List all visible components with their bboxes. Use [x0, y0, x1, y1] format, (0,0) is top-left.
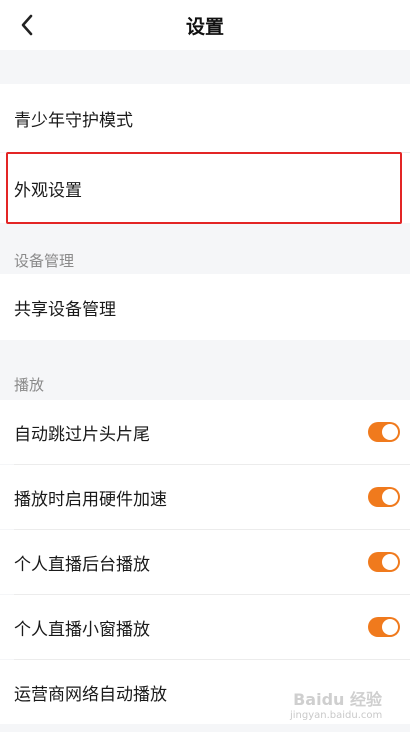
playback-section-header: 播放 — [14, 376, 45, 394]
carrier-network-autoplay-label: 运营商网络自动播放 — [14, 684, 167, 705]
hardware-acceleration-toggle[interactable] — [368, 487, 400, 507]
youth-mode-label: 青少年守护模式 — [14, 110, 133, 131]
baidu-watermark: Baidu 经验 jingyan.baidu.com — [290, 686, 382, 722]
hardware-acceleration-item: 播放时启用硬件加速 — [0, 465, 410, 529]
toggle-knob — [382, 489, 398, 505]
auto-skip-intro-outro-item: 自动跳过片头片尾 — [0, 400, 410, 464]
auto-skip-toggle[interactable] — [368, 422, 400, 442]
shared-device-management-label: 共享设备管理 — [14, 299, 116, 320]
live-background-play-label: 个人直播后台播放 — [14, 554, 150, 575]
live-background-play-toggle[interactable] — [368, 552, 400, 572]
shared-device-management-item[interactable]: 共享设备管理 — [0, 274, 410, 340]
page-title: 设置 — [185, 16, 224, 38]
live-background-play-item: 个人直播后台播放 — [0, 530, 410, 594]
youth-mode-item[interactable]: 青少年守护模式 — [0, 84, 410, 152]
device-section-header: 设备管理 — [14, 252, 75, 270]
top-bar: 设置 — [0, 0, 410, 50]
toggle-knob — [382, 554, 398, 570]
highlight-box — [6, 152, 402, 224]
hardware-acceleration-label: 播放时启用硬件加速 — [14, 489, 167, 510]
watermark-sub: jingyan.baidu.com — [290, 710, 383, 721]
live-mini-window-toggle[interactable] — [368, 617, 400, 637]
live-mini-window-label: 个人直播小窗播放 — [14, 619, 150, 640]
watermark-main: Baidu 经验 — [293, 690, 382, 709]
auto-skip-intro-outro-label: 自动跳过片头片尾 — [14, 424, 150, 445]
toggle-knob — [382, 619, 398, 635]
toggle-knob — [382, 424, 398, 440]
live-mini-window-item: 个人直播小窗播放 — [0, 595, 410, 659]
